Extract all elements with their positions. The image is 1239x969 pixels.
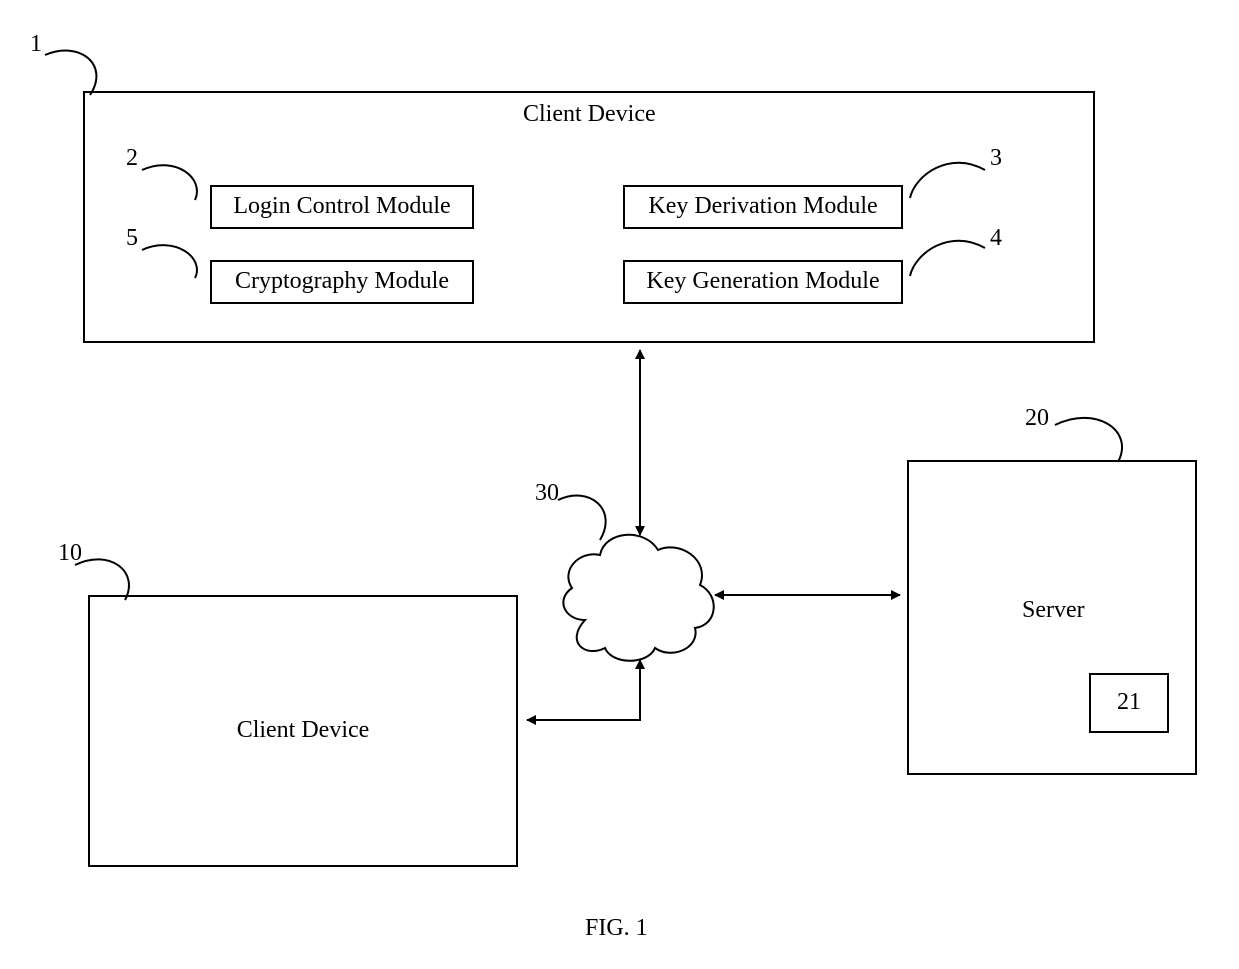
client-device-10-box: Client Device bbox=[88, 595, 518, 867]
leadline-1 bbox=[45, 51, 96, 95]
key-derivation-module-box: Key Derivation Module bbox=[623, 185, 903, 229]
ref-5: 5 bbox=[126, 225, 138, 252]
ref-30: 30 bbox=[535, 480, 559, 507]
ref-3: 3 bbox=[990, 145, 1002, 172]
ref-2: 2 bbox=[126, 145, 138, 172]
figure-caption: FIG. 1 bbox=[585, 915, 648, 942]
ref-4: 4 bbox=[990, 225, 1002, 252]
client-device-10-title: Client Device bbox=[90, 717, 516, 744]
key-generation-module-box: Key Generation Module bbox=[623, 260, 903, 304]
leadline-30 bbox=[558, 496, 606, 540]
ref-1: 1 bbox=[30, 31, 42, 58]
ref-20: 20 bbox=[1025, 405, 1049, 432]
diagram-canvas: Client Device Login Control Module Key D… bbox=[0, 0, 1239, 969]
server-sub-ref: 21 bbox=[1091, 689, 1167, 716]
leadline-10 bbox=[75, 559, 129, 600]
key-derivation-module-label: Key Derivation Module bbox=[625, 193, 901, 220]
server-title: Server bbox=[1022, 597, 1085, 624]
arrow-network-client10 bbox=[527, 660, 640, 720]
key-generation-module-label: Key Generation Module bbox=[625, 268, 901, 295]
ref-10: 10 bbox=[58, 540, 82, 567]
cryptography-module-box: Cryptography Module bbox=[210, 260, 474, 304]
leadline-20 bbox=[1055, 418, 1122, 462]
server-sub-box: 21 bbox=[1089, 673, 1169, 733]
cryptography-module-label: Cryptography Module bbox=[212, 268, 472, 295]
network-label: Network bbox=[597, 580, 681, 607]
login-control-module-box: Login Control Module bbox=[210, 185, 474, 229]
client-device-1-title: Client Device bbox=[523, 101, 656, 128]
login-control-module-label: Login Control Module bbox=[212, 193, 472, 220]
